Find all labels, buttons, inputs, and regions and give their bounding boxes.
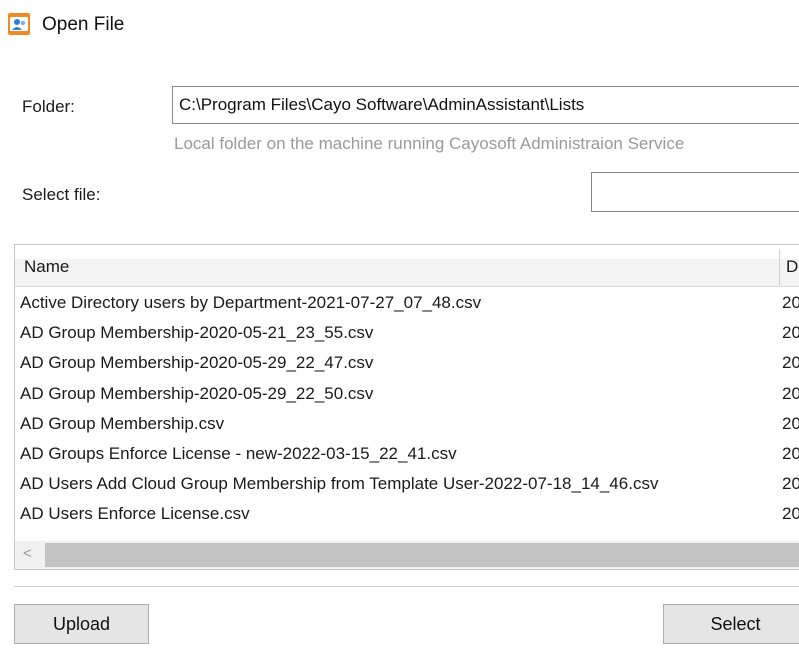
table-row[interactable]: AD Group Membership-2020-05-29_22_50.csv… (15, 379, 799, 409)
file-date: 20 (782, 353, 799, 373)
file-date: 20 (782, 504, 799, 524)
table-row[interactable]: Active Directory users by Department-202… (15, 288, 799, 318)
file-name: AD Group Membership-2020-05-21_23_55.csv (20, 323, 374, 343)
file-name: AD Group Membership-2020-05-29_22_50.csv (20, 383, 374, 403)
file-date: 20 (782, 383, 799, 403)
table-row[interactable]: AD Users Enforce License.csv 20 (15, 499, 799, 529)
file-name: AD Users Enforce License.csv (20, 504, 250, 524)
table-row[interactable]: AD Groups Enforce License - new-2022-03-… (15, 439, 799, 469)
horizontal-scrollbar[interactable]: < (15, 541, 799, 569)
file-name: AD Users Add Cloud Group Membership from… (20, 474, 659, 494)
table-row[interactable]: AD Group Membership-2020-05-29_22_47.csv… (15, 348, 799, 378)
file-date: 20 (782, 443, 799, 463)
file-name: AD Groups Enforce License - new-2022-03-… (20, 443, 457, 463)
folder-input[interactable]: C:\Program Files\Cayo Software\AdminAssi… (172, 86, 799, 124)
scroll-left-arrow-icon[interactable]: < (23, 545, 32, 562)
folder-hint: Local folder on the machine running Cayo… (174, 134, 685, 153)
file-date: 20 (782, 293, 799, 312)
file-name: Active Directory users by Department-202… (20, 293, 482, 312)
column-divider[interactable] (779, 249, 780, 285)
file-name: AD Users Suspend-2022-07-21_22_44 (20, 530, 314, 539)
footer-divider (14, 586, 799, 587)
file-list[interactable]: Name D Active Directory users by Departm… (14, 244, 799, 570)
file-date: 20 (782, 323, 799, 343)
select-file-input[interactable] (591, 172, 799, 212)
file-name: AD Group Membership.csv (20, 413, 225, 433)
upload-button[interactable]: Upload (14, 604, 149, 644)
file-name: AD Group Membership-2020-05-29_22_47.csv (20, 353, 374, 373)
column-header-name[interactable]: Name (24, 257, 69, 277)
select-button[interactable]: Select (663, 604, 799, 644)
file-list-rows: Active Directory users by Department-202… (15, 288, 799, 538)
table-row[interactable]: AD Users Suspend-2022-07-21_22_44 20 (15, 530, 799, 539)
file-list-header: Name D (15, 245, 799, 287)
table-row[interactable]: AD Group Membership-2020-05-21_23_55.csv… (15, 318, 799, 348)
select-file-label: Select file: (22, 185, 101, 204)
file-date: 20 (782, 413, 799, 433)
folder-label: Folder: (22, 97, 75, 116)
title-bar: Open File (0, 0, 799, 52)
scrollbar-thumb[interactable] (45, 543, 799, 567)
table-row[interactable]: AD Users Add Cloud Group Membership from… (15, 469, 799, 499)
user-folder-icon (8, 13, 30, 35)
file-date: 20 (782, 530, 799, 539)
window-title: Open File (42, 14, 125, 35)
file-date: 20 (782, 474, 799, 494)
column-header-date[interactable]: D (786, 257, 798, 277)
table-row[interactable]: AD Group Membership.csv 20 (15, 409, 799, 439)
